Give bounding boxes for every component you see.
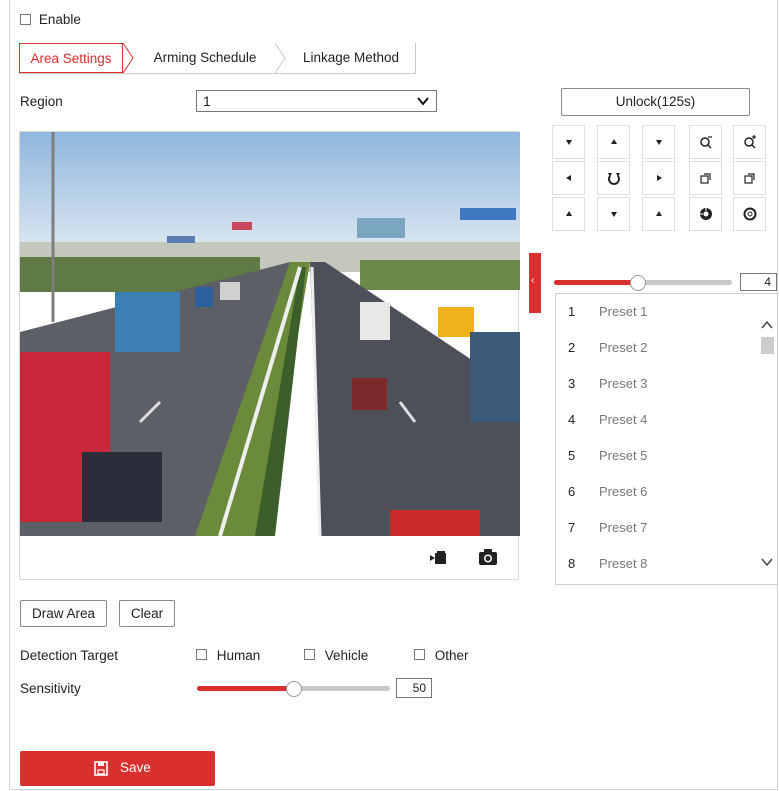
region-select-value: 1 — [203, 93, 211, 109]
chevron-left-icon: ‹ — [531, 275, 535, 286]
preset-name: Preset 6 — [599, 484, 648, 499]
unlock-button[interactable]: Unlock(125s) — [561, 88, 750, 116]
sensitivity-handle[interactable] — [286, 681, 302, 697]
target-other-label: Other — [434, 648, 469, 663]
draw-area-button[interactable]: Draw Area — [20, 600, 107, 627]
target-human-label: Human — [216, 648, 261, 663]
preset-number: 8 — [568, 556, 576, 571]
auto-rotate-icon[interactable] — [597, 161, 630, 195]
iris-close-icon[interactable] — [733, 197, 766, 231]
live-video-panel[interactable] — [19, 131, 520, 580]
iris-open-icon[interactable] — [689, 197, 722, 231]
enable-checkbox[interactable] — [20, 14, 31, 25]
tab-bar: Area Settings Arming Schedule Linkage Me… — [19, 43, 416, 74]
target-other-checkbox[interactable] — [414, 649, 425, 660]
pan-left-icon[interactable] — [552, 161, 585, 195]
preset-row[interactable]: 1 Preset 1 — [556, 294, 756, 330]
sensitivity-fill — [197, 686, 294, 691]
video-frame-image — [20, 132, 520, 536]
preset-list-scrollbar[interactable] — [757, 294, 777, 584]
save-icon — [94, 761, 108, 776]
preset-row[interactable]: 7 Preset 7 — [556, 510, 756, 546]
clear-button[interactable]: Clear — [119, 600, 175, 627]
region-label: Region — [20, 94, 63, 109]
target-other-option[interactable]: Other — [414, 648, 469, 663]
pan-up-right-icon[interactable] — [642, 125, 675, 159]
camera-snapshot-icon[interactable] — [478, 548, 498, 566]
tab-arming-schedule[interactable]: Arming Schedule — [135, 43, 275, 73]
preset-row[interactable]: 2 Preset 2 — [556, 330, 756, 366]
target-vehicle-option[interactable]: Vehicle — [304, 648, 368, 663]
scroll-up-icon[interactable] — [761, 320, 773, 330]
zoom-out-icon[interactable] — [689, 125, 722, 159]
pan-up-left-icon[interactable] — [552, 125, 585, 159]
preset-name: Preset 5 — [599, 448, 648, 463]
enable-label: Enable — [38, 12, 81, 27]
video-record-icon[interactable] — [429, 549, 449, 567]
sensitivity-label: Sensitivity — [20, 681, 81, 696]
save-button[interactable]: Save — [20, 751, 215, 786]
target-human-checkbox[interactable] — [196, 649, 207, 660]
preset-row[interactable]: 5 Preset 5 — [556, 438, 756, 474]
ptz-speed-handle[interactable] — [630, 275, 646, 291]
preset-number: 4 — [568, 412, 576, 427]
region-select[interactable]: 1 — [196, 90, 437, 112]
target-vehicle-label: Vehicle — [324, 648, 369, 663]
target-vehicle-checkbox[interactable] — [304, 649, 315, 660]
preset-row[interactable]: 6 Preset 6 — [556, 474, 756, 510]
preset-name: Preset 3 — [599, 376, 648, 391]
preset-list[interactable]: 1 Preset 1 2 Preset 2 3 Preset 3 4 Preset 4 5 Pre… — [555, 293, 778, 585]
preset-number: 6 — [568, 484, 576, 499]
preset-name: Preset 1 — [599, 304, 648, 319]
focus-near-icon[interactable] — [689, 161, 722, 195]
target-human-option[interactable]: Human — [196, 648, 260, 663]
tab-separator — [123, 43, 134, 73]
tab-linkage-method-label: Linkage Method — [302, 50, 400, 65]
tab-area-settings[interactable]: Area Settings — [19, 43, 123, 73]
pan-right-icon[interactable] — [642, 161, 675, 195]
ptz-panel-collapse-tab[interactable]: ‹ — [529, 253, 541, 313]
preset-name: Preset 4 — [599, 412, 648, 427]
preset-number: 7 — [568, 520, 576, 535]
ptz-speed-value[interactable]: 4 — [740, 273, 777, 291]
ptz-speed-fill — [554, 280, 638, 285]
tab-arming-schedule-label: Arming Schedule — [153, 50, 257, 65]
focus-far-icon[interactable] — [733, 161, 766, 195]
save-label: Save — [120, 760, 151, 775]
tab-area-settings-label: Area Settings — [30, 51, 112, 66]
preset-row[interactable]: 8 Preset 8 — [556, 546, 756, 582]
detection-target-label: Detection Target — [20, 648, 119, 663]
preset-name: Preset 8 — [599, 556, 648, 571]
preset-number: 1 — [568, 304, 576, 319]
sensitivity-value[interactable]: 50 — [396, 678, 432, 698]
preset-number: 2 — [568, 340, 576, 355]
pan-up-icon[interactable] — [597, 125, 630, 159]
preset-row[interactable]: 3 Preset 3 — [556, 366, 756, 402]
preset-name: Preset 2 — [599, 340, 648, 355]
preset-name: Preset 7 — [599, 520, 648, 535]
preset-number: 3 — [568, 376, 576, 391]
pan-down-left-icon[interactable] — [552, 197, 585, 231]
chevron-down-icon — [417, 97, 429, 106]
preset-number: 5 — [568, 448, 576, 463]
pan-down-right-icon[interactable] — [642, 197, 675, 231]
enable-checkbox-row[interactable]: Enable — [20, 11, 81, 27]
tab-separator — [275, 43, 286, 73]
zoom-in-icon[interactable] — [733, 125, 766, 159]
preset-row[interactable]: 4 Preset 4 — [556, 402, 756, 438]
ptz-speed-slider[interactable]: 4 — [554, 273, 779, 293]
sensitivity-slider[interactable]: 50 — [197, 678, 437, 700]
pan-down-icon[interactable] — [597, 197, 630, 231]
preset-scroll-thumb[interactable] — [761, 337, 774, 354]
tab-linkage-method[interactable]: Linkage Method — [287, 43, 416, 73]
scroll-down-icon[interactable] — [761, 557, 773, 567]
